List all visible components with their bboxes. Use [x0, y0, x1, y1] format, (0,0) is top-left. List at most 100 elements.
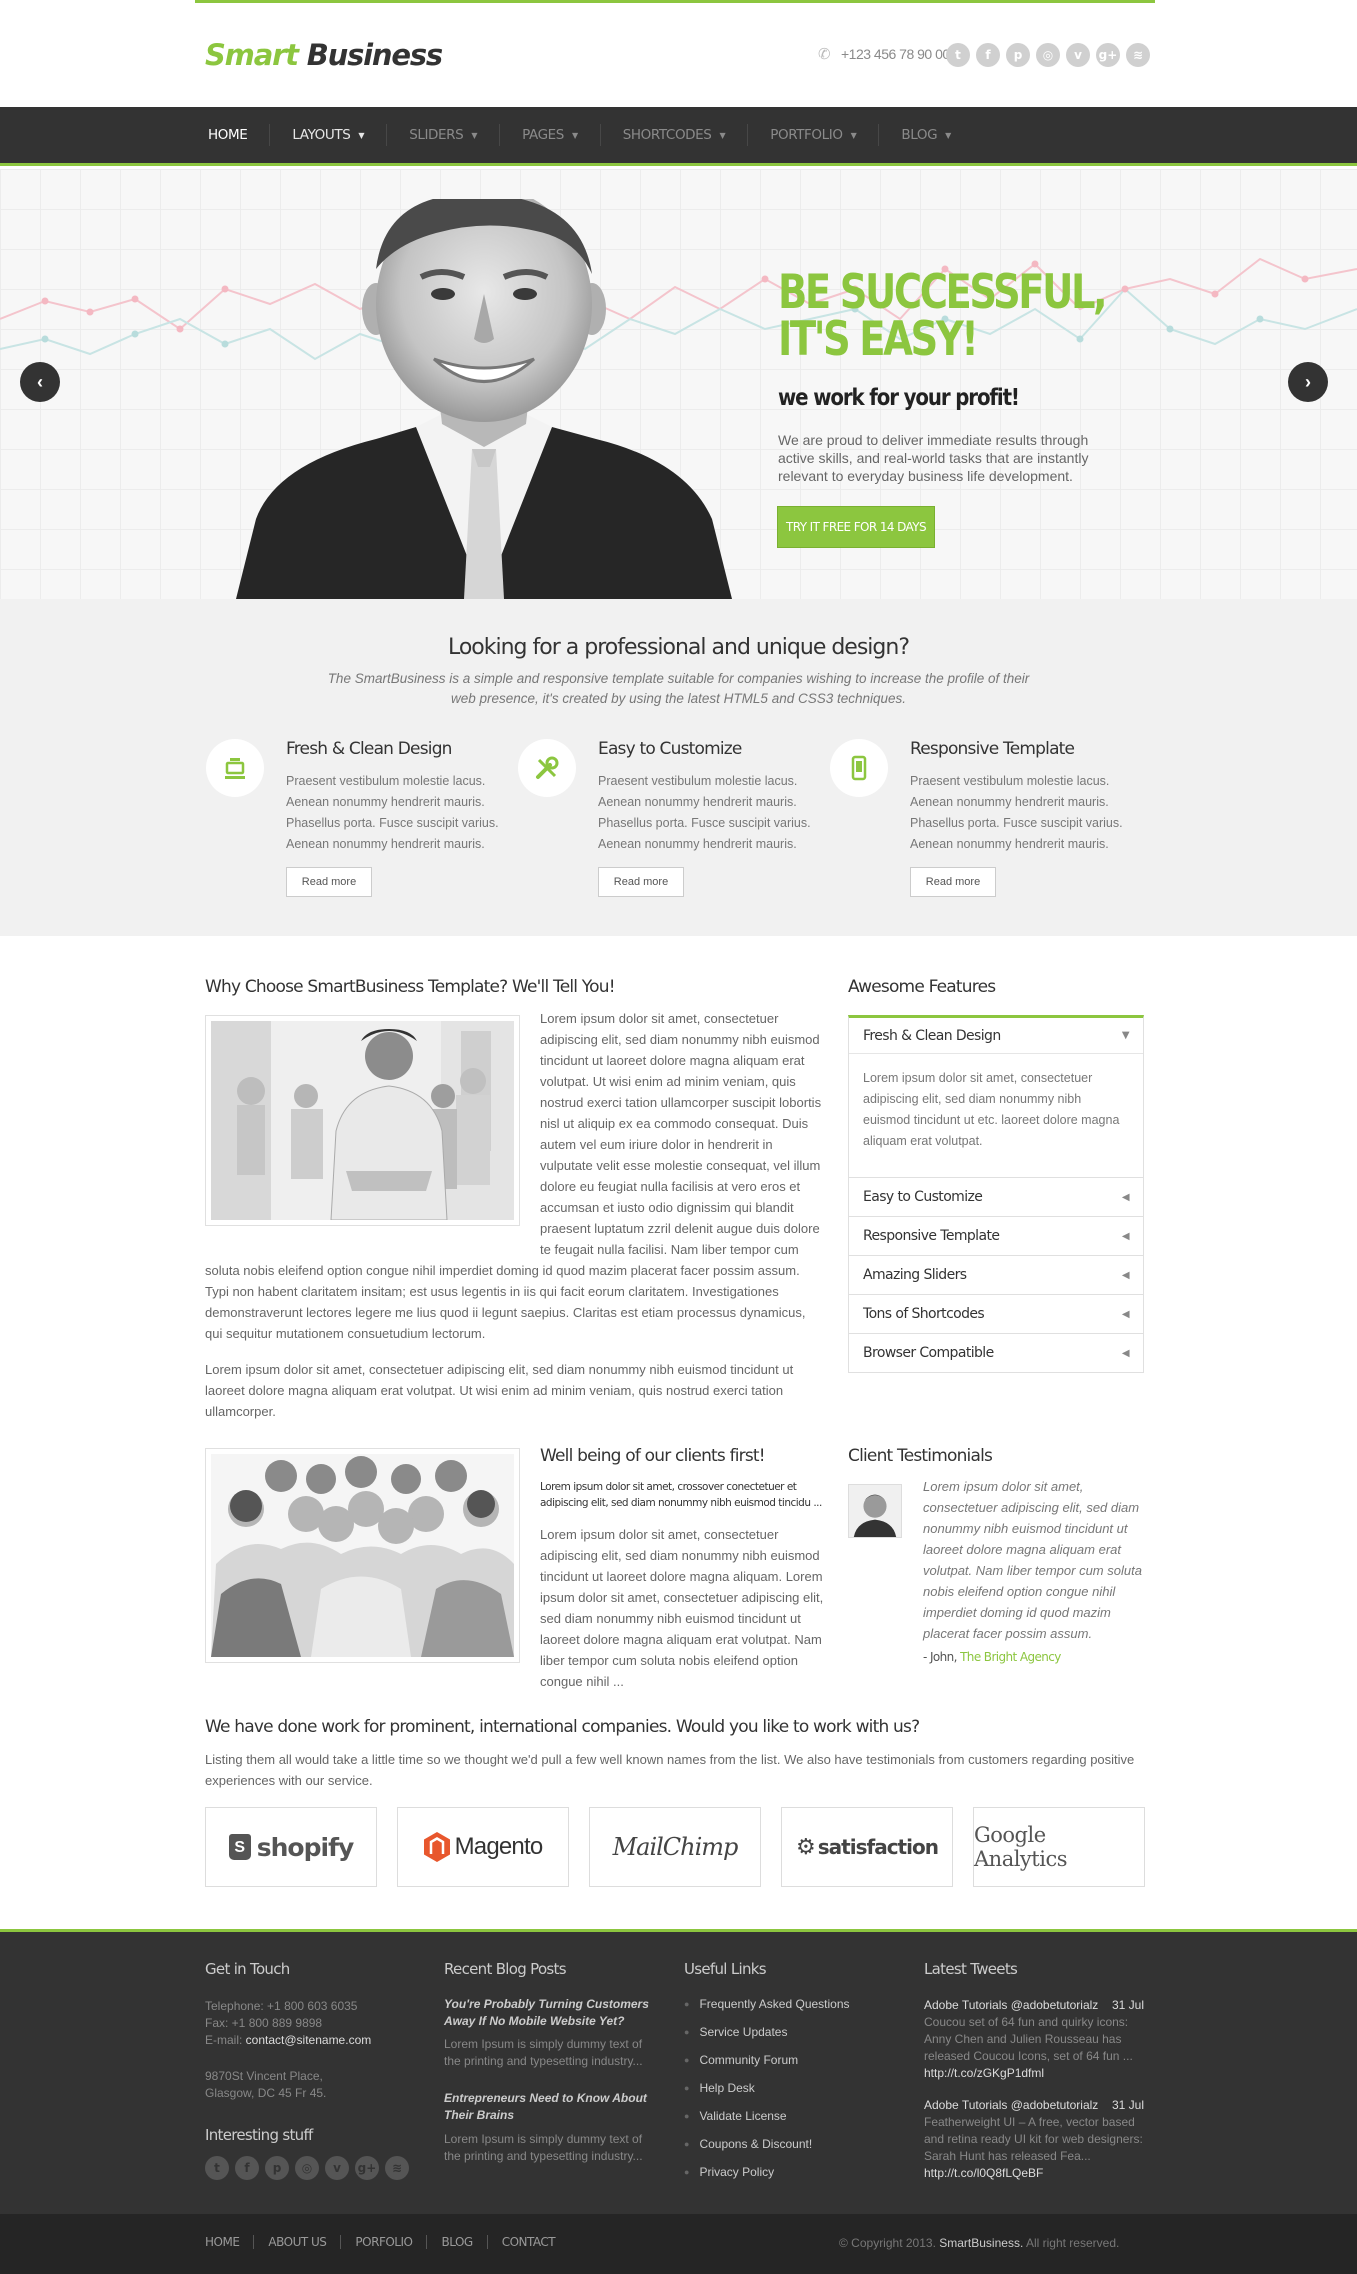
slider-prev-icon[interactable]: ‹: [20, 362, 60, 402]
nav-label: BLOG: [901, 127, 938, 143]
address-line-2: Glasgow, DC 45 Fr 45.: [205, 2086, 327, 2100]
footer-links-title: Useful Links: [684, 1960, 767, 1978]
accordion-item[interactable]: Amazing Sliders ◀: [848, 1256, 1144, 1295]
rss-icon[interactable]: ≋: [385, 2156, 409, 2180]
tweet-author[interactable]: Adobe Tutorials @adobetutorialz: [924, 1997, 1098, 2014]
bottom-nav-home[interactable]: HOME: [205, 2235, 255, 2249]
googleplus-icon[interactable]: g+: [355, 2156, 379, 2180]
googleplus-icon[interactable]: g+: [1096, 43, 1120, 67]
tweet-header: Adobe Tutorials @adobetutorialz 31 Jul: [924, 2097, 1144, 2114]
bottom-nav-contact[interactable]: CONTACT: [488, 2235, 569, 2249]
read-more-button[interactable]: Read more: [598, 867, 684, 897]
bottom-nav-about[interactable]: ABOUT US: [254, 2235, 342, 2249]
header: Smart Business ✆ +123 456 78 90 000 t f …: [0, 0, 1357, 107]
footer-link[interactable]: ● Frequently Asked Questions: [684, 1997, 850, 2011]
client-logo-mailchimp[interactable]: MailChimp: [589, 1807, 761, 1887]
footer-contact-info: Telephone: +1 800 603 6035 Fax: +1 800 8…: [205, 1998, 425, 2049]
client-logo-satisfaction[interactable]: ⚙ satisfaction: [781, 1807, 953, 1887]
footer-link[interactable]: ● Community Forum: [684, 2053, 798, 2067]
link-label: Community Forum: [699, 2053, 799, 2067]
accordion-item[interactable]: Browser Compatible ◀: [848, 1334, 1144, 1373]
footer-social-icons: t f p ◎ v g+ ≋: [205, 2156, 409, 2180]
twitter-icon[interactable]: t: [946, 43, 970, 67]
copyright-suffix: All right reserved.: [1025, 2236, 1120, 2250]
hero-businessman-image: [236, 199, 732, 599]
footer-blog-title: Recent Blog Posts: [444, 1960, 567, 1978]
feature-title: Easy to Customize: [598, 739, 742, 759]
blog-post-title[interactable]: You're Probably Turning Customers Away I…: [444, 1996, 654, 2030]
read-more-button[interactable]: Read more: [286, 867, 372, 897]
footer-link[interactable]: ● Help Desk: [684, 2081, 755, 2095]
copyright-brand[interactable]: SmartBusiness.: [939, 2236, 1023, 2250]
footer-link[interactable]: ● Coupons & Discount!: [684, 2137, 812, 2151]
bottom-nav-blog[interactable]: BLOG: [427, 2235, 488, 2249]
nav-item-shortcodes[interactable]: SHORTCODES ▼: [601, 124, 749, 146]
footer-link[interactable]: ● Service Updates: [684, 2025, 787, 2039]
nav-label: PORTFOLIO: [770, 127, 843, 143]
wellbeing-text: Lorem ipsum dolor sit amet, consectetuer…: [540, 1527, 824, 1689]
facebook-icon[interactable]: f: [976, 43, 1000, 67]
slider-next-icon[interactable]: ›: [1288, 362, 1328, 402]
shopping-bag-icon: S: [228, 1834, 251, 1860]
accordion-item[interactable]: Tons of Shortcodes ◀: [848, 1295, 1144, 1334]
footer-address: 9870St Vincent Place, Glasgow, DC 45 Fr …: [205, 2068, 425, 2102]
client-logo-google-analytics[interactable]: Google Analytics: [973, 1807, 1145, 1887]
nav-item-blog[interactable]: BLOG ▼: [879, 124, 973, 146]
accordion-title: Fresh & Clean Design: [863, 1027, 1001, 1044]
pinterest-icon[interactable]: p: [265, 2156, 289, 2180]
pinterest-icon[interactable]: p: [1006, 43, 1030, 67]
wellbeing-lead: Lorem ipsum dolor sit amet, crossover co…: [540, 1481, 822, 1509]
hero-title: BE SUCCESSFUL, IT'S EASY!: [778, 269, 1108, 363]
try-free-button[interactable]: TRY IT FREE FOR 14 DAYS: [777, 506, 935, 548]
twitter-icon[interactable]: t: [205, 2156, 229, 2180]
feature-text: Praesent vestibulum molestie lacus. Aene…: [286, 774, 499, 851]
dribbble-icon[interactable]: ◎: [295, 2156, 319, 2180]
footer-telephone: Telephone: +1 800 603 6035: [205, 1999, 358, 2013]
read-more-button[interactable]: Read more: [910, 867, 996, 897]
feature-text: Praesent vestibulum molestie lacus. Aene…: [598, 774, 811, 851]
vimeo-icon[interactable]: v: [1066, 43, 1090, 67]
logo-text: Google Analytics: [974, 1823, 1067, 1871]
nav-label: LAYOUTS: [292, 127, 351, 143]
dribbble-icon[interactable]: ◎: [1036, 43, 1060, 67]
facebook-icon[interactable]: f: [235, 2156, 259, 2180]
nav-item-sliders[interactable]: SLIDERS ▼: [387, 124, 501, 146]
nav-item-layouts[interactable]: LAYOUTS ▼: [270, 124, 388, 146]
blog-post-excerpt: Lorem Ipsum is simply dummy text of the …: [444, 2132, 643, 2163]
accordion-item[interactable]: Easy to Customize ◀: [848, 1178, 1144, 1217]
client-logo-magento[interactable]: Magento: [397, 1807, 569, 1887]
accordion-header[interactable]: Fresh & Clean Design ▼: [849, 1018, 1143, 1054]
bottom-nav: HOME ABOUT US PORFOLIO BLOG CONTACT: [205, 2235, 569, 2249]
nav-item-portfolio[interactable]: PORTFOLIO ▼: [748, 124, 880, 146]
client-logo-shopify[interactable]: S shopify: [205, 1807, 377, 1887]
phone-number: +123 456 78 90 000: [841, 46, 957, 62]
bullet-icon: ●: [684, 2083, 690, 2093]
bullet-icon: ●: [684, 2167, 690, 2177]
copyright: © Copyright 2013. SmartBusiness. All rig…: [839, 2236, 1119, 2250]
accordion-open-panel: Fresh & Clean Design ▼ Lorem ipsum dolor…: [848, 1015, 1144, 1178]
accordion-item[interactable]: Responsive Template ◀: [848, 1217, 1144, 1256]
logo-word-1: Smart: [205, 38, 299, 72]
nav-item-home[interactable]: HOME: [195, 124, 271, 146]
tweet-author[interactable]: Adobe Tutorials @adobetutorialz: [924, 2097, 1098, 2114]
testimonial-author: - John, The Bright Agency: [923, 1650, 1061, 1664]
bottom-nav-portfolio[interactable]: PORFOLIO: [341, 2235, 428, 2249]
email-link[interactable]: contact@sitename.com: [246, 2033, 372, 2047]
rss-icon[interactable]: ≋: [1126, 43, 1150, 67]
hero-subtitle: we work for your profit!: [778, 385, 1020, 411]
tweet-link[interactable]: http://t.co/l0Q8fLQeBF: [924, 2165, 1144, 2182]
caret-down-icon: ▼: [850, 130, 857, 140]
accordion-body: Lorem ipsum dolor sit amet, consectetuer…: [863, 1071, 1120, 1148]
vimeo-icon[interactable]: v: [325, 2156, 349, 2180]
accordion-title: Browser Compatible: [863, 1345, 994, 1361]
hero-text: We are proud to deliver immediate result…: [778, 432, 1089, 484]
footer-link[interactable]: ● Privacy Policy: [684, 2165, 774, 2179]
footer-link[interactable]: ● Validate License: [684, 2109, 787, 2123]
tweet-link[interactable]: http://t.co/zGKgP1dfml: [924, 2065, 1144, 2082]
triangle-left-icon: ◀: [1121, 1347, 1130, 1359]
blog-post-title[interactable]: Entrepreneurs Need to Know About Their B…: [444, 2090, 654, 2124]
author-company[interactable]: The Bright Agency: [960, 1650, 1061, 1664]
logo[interactable]: Smart Business: [205, 38, 443, 72]
nav-item-pages[interactable]: PAGES ▼: [500, 124, 601, 146]
tweet-text: Coucou set of 64 fun and quirky icons: A…: [924, 2015, 1133, 2063]
